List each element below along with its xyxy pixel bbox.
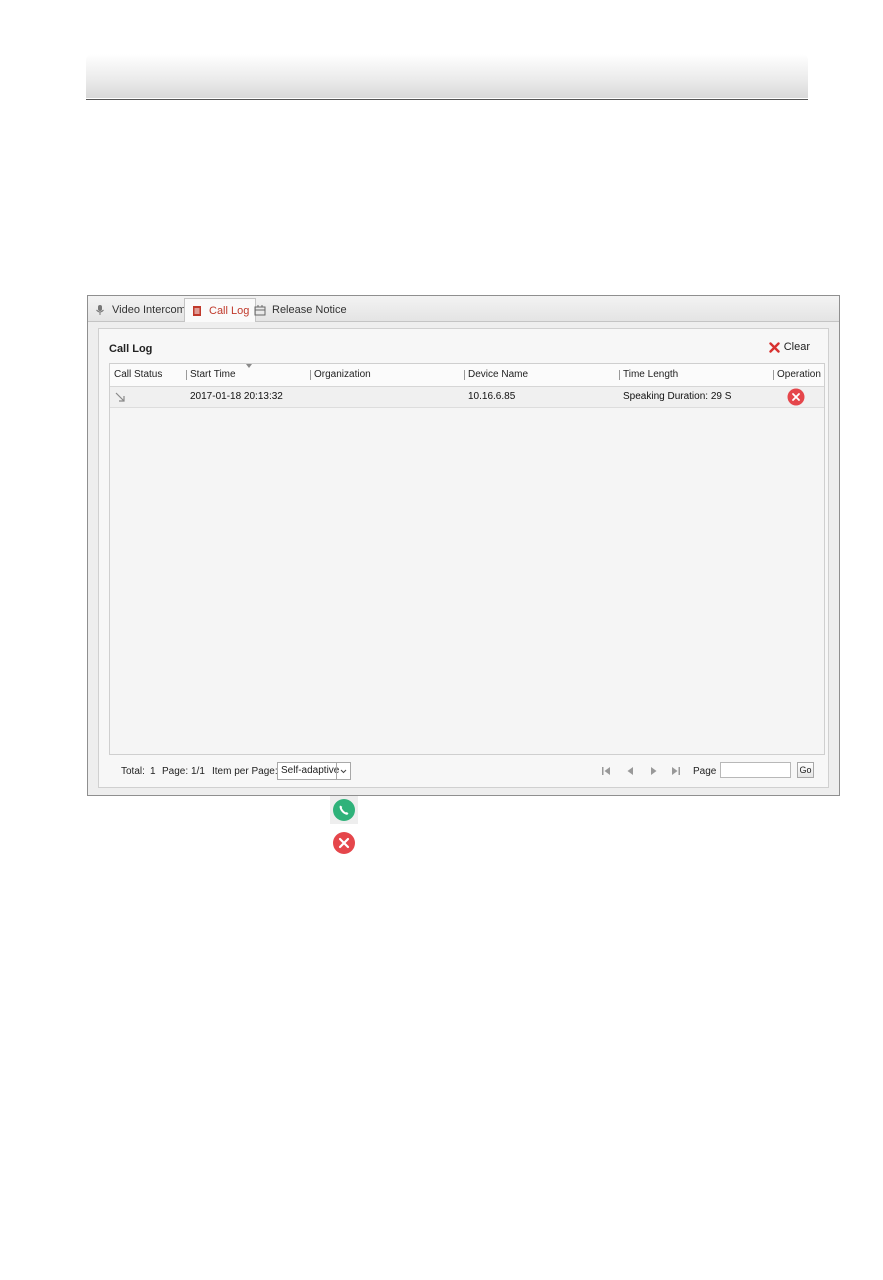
items-per-page-value: Self-adaptive <box>281 765 340 776</box>
cell-start-time: 2017-01-18 20:13:32 <box>190 391 283 402</box>
answer-call-icon <box>330 796 358 824</box>
microphone-icon <box>94 304 106 316</box>
column-device-name[interactable]: Device Name <box>463 364 528 386</box>
go-button[interactable]: Go <box>797 762 814 778</box>
tab-video-intercom[interactable]: Video Intercom <box>94 298 186 321</box>
table-header: Call Status Start Time Organization Devi… <box>110 364 824 387</box>
call-log-table: Call Status Start Time Organization Devi… <box>109 363 825 755</box>
column-call-status[interactable]: Call Status <box>114 364 162 386</box>
last-page-icon[interactable] <box>671 766 681 779</box>
clear-button[interactable]: Clear <box>769 341 810 353</box>
column-organization[interactable]: Organization <box>310 364 371 386</box>
panel-title: Call Log <box>109 343 153 355</box>
total-label: Total: <box>121 766 145 777</box>
document-header-bar <box>86 54 808 98</box>
goto-page-label: Page <box>693 766 717 777</box>
tab-label: Release Notice <box>272 303 347 316</box>
tab-bar: Video Intercom Call Log Release Notice <box>88 296 839 322</box>
outgoing-call-arrow-icon <box>114 387 126 407</box>
cell-time-length: Speaking Duration: 29 S <box>623 391 732 402</box>
items-per-page-label: Item per Page: <box>212 766 278 777</box>
call-log-panel: Call Log Clear Call Status Start Time Or… <box>98 328 829 788</box>
notice-board-icon <box>254 304 266 316</box>
items-per-page-select[interactable]: Self-adaptive <box>277 762 351 780</box>
column-operation[interactable]: Operation <box>773 364 821 386</box>
previous-page-icon[interactable] <box>625 766 635 779</box>
header-divider <box>86 99 808 100</box>
sort-indicator-icon <box>246 364 252 368</box>
tab-call-log[interactable]: Call Log <box>184 298 257 322</box>
tab-label: Video Intercom <box>112 303 186 316</box>
page-value: 1/1 <box>191 766 205 777</box>
column-time-length[interactable]: Time Length <box>618 364 678 386</box>
tab-release-notice[interactable]: Release Notice <box>254 298 347 321</box>
cell-device-name: 10.16.6.85 <box>468 391 516 402</box>
clear-label: Clear <box>783 341 810 353</box>
chevron-down-icon <box>336 763 350 779</box>
tab-label: Call Log <box>209 304 250 317</box>
table-row[interactable]: 2017-01-18 20:13:32 10.16.6.85 Speaking … <box>110 387 824 408</box>
goto-page-input[interactable] <box>720 762 791 778</box>
pagination-footer: Total: 1 Page: 1/1 Item per Page: Self-a… <box>109 761 825 783</box>
page-label: Page: <box>162 766 189 777</box>
first-page-icon[interactable] <box>601 766 611 779</box>
column-start-time[interactable]: Start Time <box>186 364 236 386</box>
delete-icon[interactable] <box>787 388 805 411</box>
clear-x-icon <box>769 341 780 353</box>
document-icon <box>191 305 203 317</box>
total-value: 1 <box>150 766 156 777</box>
client-window: Video Intercom Call Log Release Notice C… <box>87 295 840 796</box>
hang-up-icon <box>330 829 358 857</box>
next-page-icon[interactable] <box>649 766 659 779</box>
